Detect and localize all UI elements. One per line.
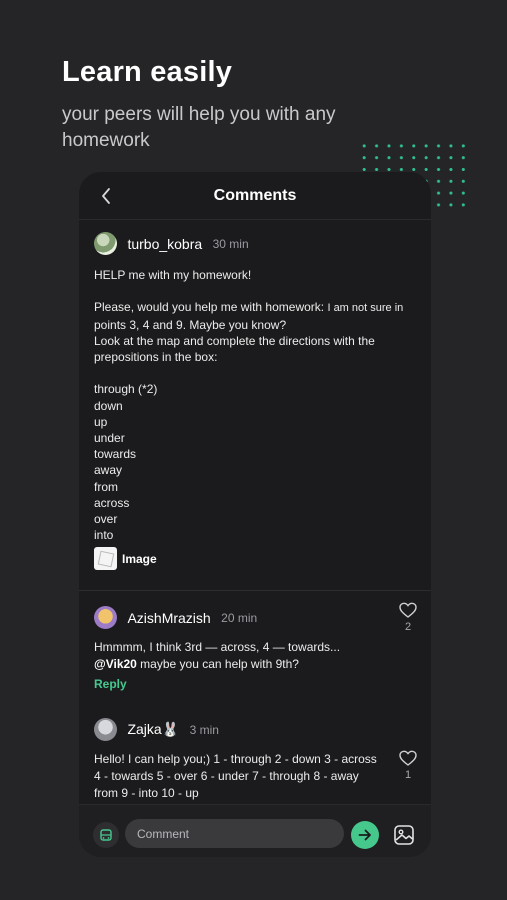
post-body: HELP me with my homework! Please, would … — [94, 267, 419, 543]
comment-item: AzishMrazish 20 min Hmmmm, I think 3rd —… — [94, 602, 419, 691]
like-count: 2 — [404, 621, 412, 633]
post-line-a-small: I am not sure in — [327, 302, 404, 315]
comment-header: AzishMrazish 20 min — [94, 606, 419, 629]
promo-headline: Learn easily — [62, 56, 233, 88]
top-bar: Comments — [79, 172, 431, 220]
avatar[interactable] — [94, 606, 117, 629]
promo-subline: your peers will help you with any homewo… — [62, 104, 336, 151]
heart-icon[interactable] — [399, 750, 417, 767]
divider — [79, 590, 431, 591]
post-word-list: through (*2) down up under towards away … — [94, 382, 158, 543]
reply-button[interactable]: Reply — [94, 677, 419, 691]
comment-item: Zajka🐰 3 min Hello! I can help you;) 1 -… — [94, 718, 419, 802]
post-line-b: points 3, 4 and 9. Maybe you know? Look … — [94, 317, 375, 365]
comment-text-line: Hmmmm, I think 3rd — across, 4 — towards… — [94, 640, 341, 654]
robot-icon[interactable] — [93, 822, 119, 848]
comment-input[interactable] — [125, 819, 344, 848]
post-time: 30 min — [212, 236, 249, 251]
heart-icon[interactable] — [399, 602, 417, 619]
comment-author[interactable]: AzishMrazish — [127, 610, 210, 626]
image-thumbnail-icon[interactable] — [94, 547, 117, 571]
question-post: turbo_kobra 30 min HELP me with my homew… — [94, 232, 419, 571]
send-icon[interactable] — [351, 821, 379, 849]
avatar[interactable] — [94, 232, 117, 255]
like-control[interactable]: 1 — [397, 750, 419, 781]
post-header: turbo_kobra 30 min — [94, 232, 419, 255]
comment-time: 3 min — [189, 722, 219, 737]
comment-author[interactable]: Zajka🐰 — [127, 721, 179, 737]
avatar[interactable] — [94, 718, 117, 741]
post-title-line: HELP me with my homework! — [94, 268, 252, 282]
comment-text: Hello! I can help you;) 1 - through 2 - … — [94, 752, 377, 800]
comment-time: 20 min — [221, 610, 258, 625]
comment-text: Hmmmm, I think 3rd — across, 4 — towards… — [94, 639, 384, 673]
comment-header: Zajka🐰 3 min — [94, 718, 419, 741]
comment-text-tail: maybe you can help with 9th? — [136, 657, 299, 671]
phone-screen: Comments turbo_kobra 30 min HELP me with… — [79, 172, 431, 857]
post-attachment[interactable]: Image — [94, 547, 419, 571]
attachment-label: Image — [122, 551, 157, 566]
post-author[interactable]: turbo_kobra — [127, 236, 202, 252]
post-line-a: Please, would you help me with homework: — [94, 300, 328, 315]
like-control[interactable]: 2 — [397, 602, 419, 633]
mention-link[interactable]: @Vik20 — [94, 657, 137, 671]
image-icon[interactable] — [393, 824, 415, 846]
comment-composer — [79, 804, 431, 857]
page-title: Comments — [213, 187, 297, 204]
like-count: 1 — [404, 769, 412, 781]
